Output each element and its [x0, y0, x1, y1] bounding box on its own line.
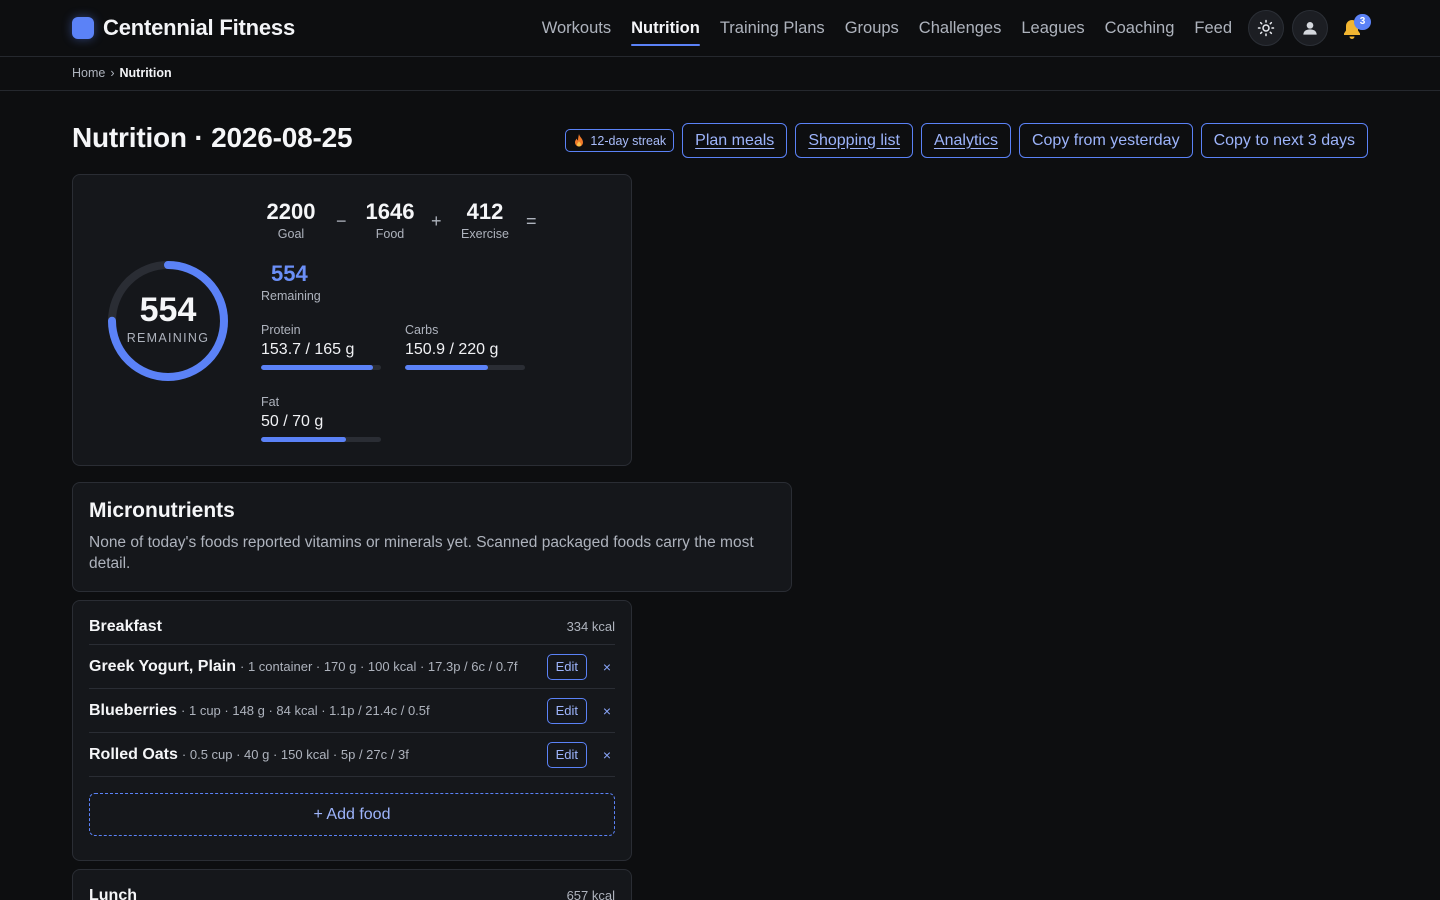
ring-remaining-value: 554	[139, 291, 197, 329]
page-actions: 12-day streak Plan meals Shopping list A…	[565, 123, 1368, 158]
nav-feed[interactable]: Feed	[1194, 19, 1232, 38]
brand-name: Centennial Fitness	[103, 15, 295, 40]
breadcrumb-separator: ›	[110, 66, 115, 80]
exercise-label: Exercise	[461, 227, 509, 241]
goal-value: 2200	[266, 199, 316, 224]
carbs-bar-fill	[405, 365, 488, 370]
minus-operator: −	[336, 211, 347, 231]
analytics-button[interactable]: Analytics	[920, 123, 1011, 158]
remove-food-icon[interactable]: ×	[599, 747, 615, 763]
exercise-value: 412	[466, 199, 504, 224]
food-row: Greek Yogurt, Plain · 1 container · 170 …	[89, 645, 615, 689]
micronutrients-title: Micronutrients	[89, 499, 235, 522]
sun-icon	[1257, 19, 1275, 37]
breakfast-title: Breakfast	[89, 617, 162, 635]
remove-food-icon[interactable]: ×	[599, 703, 615, 719]
protein-label: Protein	[261, 323, 301, 337]
equals-operator: =	[526, 211, 537, 231]
nav-challenges[interactable]: Challenges	[919, 19, 1002, 38]
food-row: Rolled Oats · 0.5 cup · 40 g · 150 kcal …	[89, 733, 615, 777]
edit-food-button[interactable]: Edit	[546, 697, 587, 724]
goal-label: Goal	[277, 227, 305, 241]
food-meta: · 1 container · 170 g · 100 kcal · 17.3p…	[240, 659, 518, 674]
shopping-list-button[interactable]: Shopping list	[795, 123, 913, 158]
food-meta: · 0.5 cup · 40 g · 150 kcal · 5p / 27c /…	[181, 747, 409, 762]
food-stat: 1646 Food	[361, 199, 419, 241]
carbs-bar	[405, 365, 525, 370]
edit-food-button[interactable]: Edit	[546, 653, 587, 680]
streak-label: 12-day streak	[590, 133, 667, 148]
fat-label: Fat	[261, 395, 280, 409]
lunch-header: Lunch 657 kcal	[89, 870, 615, 900]
breakfast-header: Breakfast 334 kcal	[89, 601, 615, 645]
account-button[interactable]	[1292, 10, 1328, 46]
protein-macro: Protein 153.7 / 165 g	[261, 323, 381, 370]
carbs-value: 150.9 / 220 g	[405, 341, 499, 358]
calorie-summary-card: 554 REMAINING 2200 Goal − 1646 Food + 41…	[72, 174, 632, 466]
nav-workouts[interactable]: Workouts	[542, 19, 611, 38]
main-nav: Workouts Nutrition Training Plans Groups…	[542, 0, 1232, 56]
notification-badge: 3	[1354, 14, 1371, 30]
edit-food-button[interactable]: Edit	[546, 741, 587, 768]
food-name: Greek Yogurt, Plain	[89, 657, 237, 675]
flame-icon	[575, 133, 584, 146]
copy-to-next-days-button[interactable]: Copy to next 3 days	[1200, 123, 1368, 158]
breadcrumb-home[interactable]: Home	[72, 66, 105, 80]
plus-operator: +	[431, 211, 442, 231]
ring-remaining-label: REMAINING	[126, 331, 210, 345]
food-row: Blueberries · 1 cup · 148 g · 84 kcal · …	[89, 689, 615, 733]
breadcrumb: Home › Nutrition	[72, 66, 172, 80]
top-navigation: Centennial Fitness Workouts Nutrition Tr…	[0, 0, 1440, 57]
plan-meals-button[interactable]: Plan meals	[682, 123, 788, 158]
protein-value: 153.7 / 165 g	[261, 341, 355, 358]
food-meta: · 1 cup · 148 g · 84 kcal · 1.1p / 21.4c…	[181, 703, 430, 718]
brand[interactable]: Centennial Fitness	[72, 14, 295, 42]
protein-bar	[261, 365, 381, 370]
fat-bar	[261, 437, 381, 442]
breadcrumb-bar: Home › Nutrition	[0, 57, 1440, 91]
carbs-macro: Carbs 150.9 / 220 g	[405, 323, 525, 370]
breadcrumb-current: Nutrition	[119, 66, 172, 80]
food-name: Rolled Oats	[89, 745, 178, 763]
fat-value: 50 / 70 g	[261, 413, 324, 430]
copy-from-yesterday-button[interactable]: Copy from yesterday	[1018, 123, 1193, 158]
remove-food-icon[interactable]: ×	[599, 659, 615, 675]
exercise-stat: 412 Exercise	[455, 199, 515, 241]
user-icon	[1303, 22, 1317, 35]
micronutrients-card: Micronutrients None of today's foods rep…	[72, 482, 792, 592]
micronutrients-message: None of today's foods reported vitamins …	[89, 534, 754, 572]
protein-bar-fill	[261, 365, 373, 370]
food-value: 1646	[365, 199, 415, 224]
goal-stat: 2200 Goal	[259, 199, 323, 241]
nav-coaching[interactable]: Coaching	[1105, 19, 1175, 38]
nav-training-plans[interactable]: Training Plans	[720, 19, 825, 38]
lunch-title: Lunch	[89, 886, 137, 900]
lunch-kcal: 657 kcal	[566, 888, 615, 900]
remaining-label: Remaining	[261, 289, 321, 303]
fat-macro: Fat 50 / 70 g	[261, 395, 381, 442]
nav-nutrition[interactable]: Nutrition	[631, 19, 700, 46]
carbs-label: Carbs	[405, 323, 439, 337]
lunch-card: Lunch 657 kcal	[72, 869, 632, 900]
add-food-button[interactable]: + Add food	[89, 793, 615, 836]
breakfast-card: Breakfast 334 kcal Greek Yogurt, Plain ·…	[72, 600, 632, 861]
brand-logo-icon	[72, 17, 94, 39]
theme-toggle-button[interactable]	[1248, 10, 1284, 46]
page-title: Nutrition · 2026-08-25	[72, 122, 353, 153]
food-name: Blueberries	[89, 701, 178, 719]
fat-bar-fill	[261, 437, 347, 442]
nav-groups[interactable]: Groups	[845, 19, 899, 38]
streak-badge: 12-day streak	[565, 129, 675, 152]
breakfast-kcal: 334 kcal	[566, 619, 615, 634]
remaining-value: 554	[271, 261, 308, 286]
nav-leagues[interactable]: Leagues	[1021, 19, 1084, 38]
food-label: Food	[375, 227, 405, 241]
